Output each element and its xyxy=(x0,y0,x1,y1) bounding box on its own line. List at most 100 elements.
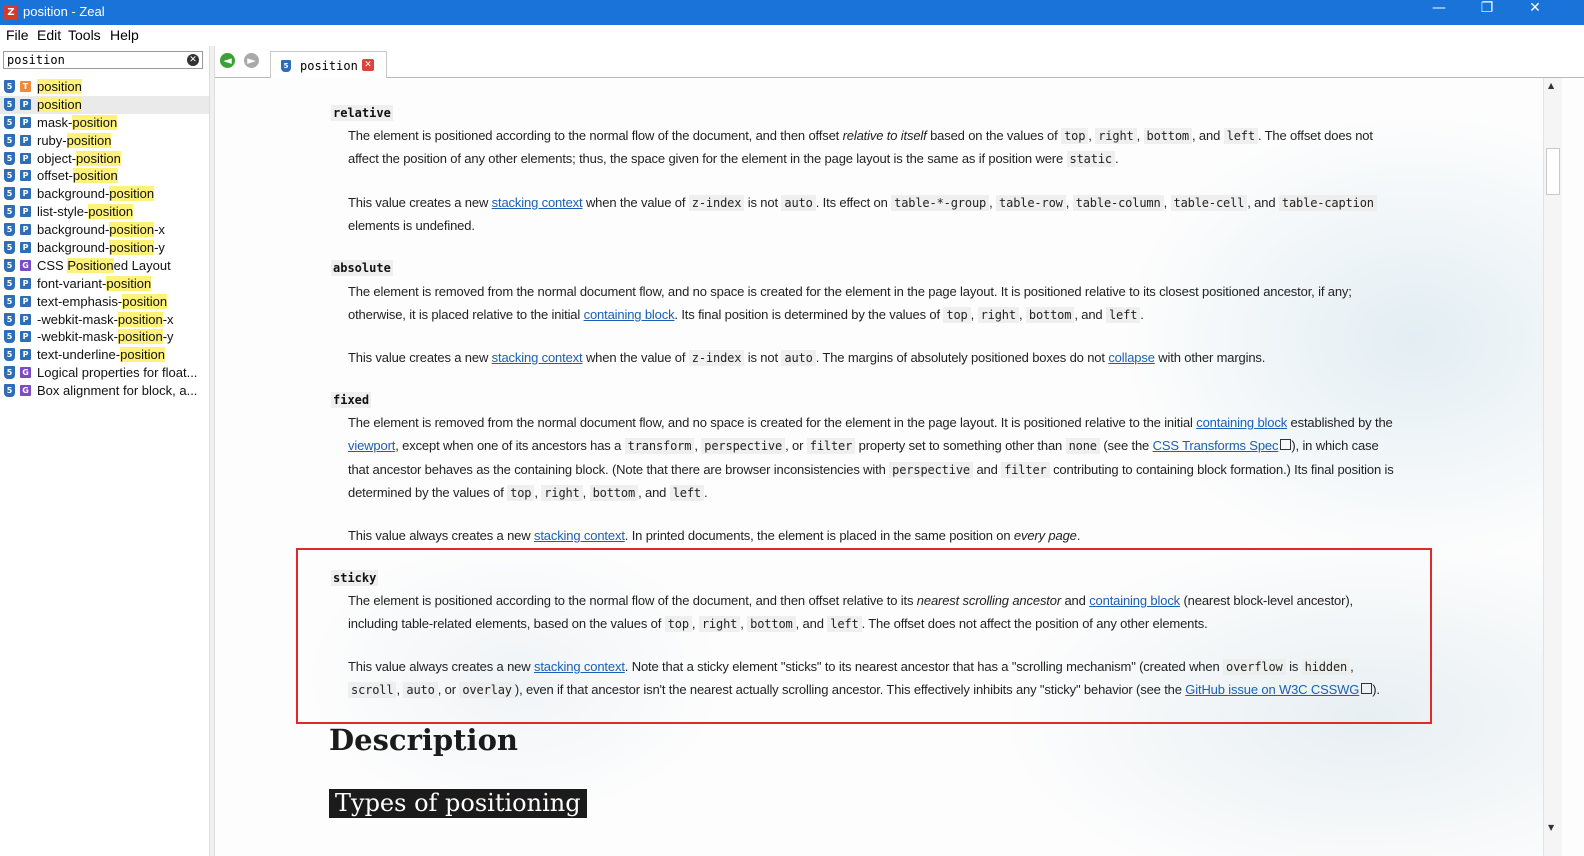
result-label: text-underline-position xyxy=(37,347,165,363)
css-docset-icon: 5 xyxy=(4,187,15,201)
tab-label: position xyxy=(300,59,358,73)
viewport-link[interactable]: viewport xyxy=(348,438,395,453)
zeal-app-icon: Z xyxy=(4,5,18,20)
github-issue-link[interactable]: GitHub issue on W3C CSSWG xyxy=(1185,682,1359,697)
scroll-up-icon[interactable]: ▲ xyxy=(1548,81,1554,90)
stacking-context-link[interactable]: stacking context xyxy=(534,528,625,543)
maximize-button[interactable]: ❐ xyxy=(1464,0,1510,25)
css-transforms-spec-link[interactable]: CSS Transforms Spec xyxy=(1153,438,1279,453)
result-label: background-position-y xyxy=(37,240,165,256)
result-item[interactable]: 5 P -webkit-mask-position-y xyxy=(0,328,209,346)
result-item[interactable]: 5 Pmask-position xyxy=(0,114,209,132)
css-docset-icon: 5 xyxy=(4,276,15,290)
css-docset-icon: 5 xyxy=(4,205,15,219)
css-docset-icon: 5 xyxy=(4,169,15,183)
menu-file[interactable]: File xyxy=(6,27,29,43)
css-docset-icon: 5 xyxy=(4,312,15,326)
window-edge xyxy=(1562,78,1584,856)
close-window-button[interactable]: ✕ xyxy=(1512,0,1558,25)
symbol-type-icon: P xyxy=(20,152,31,164)
menu-help[interactable]: Help xyxy=(110,27,139,43)
result-label: ruby-position xyxy=(37,132,112,148)
tab-position[interactable]: 5 position ✕ xyxy=(270,51,387,78)
symbol-type-icon: G xyxy=(20,367,31,379)
result-item[interactable]: 5 Pbackground-position-x xyxy=(0,221,209,239)
stacking-context-link[interactable]: stacking context xyxy=(492,195,583,210)
tab-close-icon[interactable]: ✕ xyxy=(362,59,374,71)
result-item[interactable]: 5 Pfont-variant-position xyxy=(0,275,209,293)
result-item[interactable]: 5 Pposition xyxy=(0,95,209,114)
result-item[interactable]: 5 Tposition xyxy=(0,78,209,96)
result-item[interactable]: 5 Pbackground-position-y xyxy=(0,239,209,257)
symbol-type-icon: P xyxy=(20,277,31,289)
result-item[interactable]: 5 G CSS Positioned Layout xyxy=(0,257,209,275)
result-item[interactable]: 5 Poffset-position xyxy=(0,167,209,185)
containing-block-link[interactable]: containing block xyxy=(584,307,675,322)
result-label: Box alignment for block, a... xyxy=(37,383,198,399)
css-docset-icon: 5 xyxy=(4,348,15,362)
result-label: font-variant-position xyxy=(37,275,152,291)
result-label: object-position xyxy=(37,150,121,166)
absolute-para-1: The element is removed from the normal d… xyxy=(348,284,1352,324)
stacking-context-link[interactable]: stacking context xyxy=(492,350,583,365)
result-item[interactable]: 5 Ptext-emphasis-position xyxy=(0,293,209,311)
minimize-button[interactable]: — xyxy=(1416,0,1462,25)
collapse-link[interactable]: collapse xyxy=(1108,350,1155,365)
containing-block-link[interactable]: containing block xyxy=(1196,415,1287,430)
symbol-type-icon: P xyxy=(20,295,31,307)
menu-tools[interactable]: Tools xyxy=(68,27,101,43)
back-arrow-icon[interactable]: ◄ xyxy=(220,53,235,68)
symbol-type-icon: P xyxy=(20,224,31,236)
term-absolute: absolute xyxy=(331,260,393,276)
result-item[interactable]: 5 G Logical properties for float... xyxy=(0,364,209,382)
css-docset-icon: 5 xyxy=(4,223,15,237)
symbol-type-icon: T xyxy=(20,81,31,92)
tab-toolbar: ◄ ► 5 position ✕ xyxy=(215,46,1584,78)
symbol-type-icon: P xyxy=(20,116,31,128)
css-docset-icon: 5 xyxy=(4,133,15,147)
content-scrollbar[interactable]: ▲ ▼ xyxy=(1543,78,1562,856)
result-label: background-position-x xyxy=(37,222,165,238)
css-docset-icon: 5 xyxy=(4,241,15,255)
forward-arrow-icon[interactable]: ► xyxy=(244,53,259,68)
symbol-type-icon: P xyxy=(20,349,31,361)
containing-block-link[interactable]: containing block xyxy=(1089,593,1180,608)
css-docset-icon: 5 xyxy=(4,330,15,344)
result-label: mask-position xyxy=(37,114,118,130)
css-docset-icon: 5 xyxy=(4,384,15,398)
search-input-value: position xyxy=(7,53,65,67)
term-relative: relative xyxy=(331,105,393,121)
search-input[interactable]: position ✕ xyxy=(3,51,203,69)
result-item[interactable]: 5 Plist-style-position xyxy=(0,203,209,221)
result-item[interactable]: 5 Pobject-position xyxy=(0,150,209,168)
scroll-down-icon[interactable]: ▼ xyxy=(1548,823,1554,832)
absolute-para-2: This value creates a new stacking contex… xyxy=(348,350,1266,366)
result-label: -webkit-mask-position-x xyxy=(37,311,174,327)
symbol-type-icon: P xyxy=(20,134,31,146)
result-item[interactable]: 5 Pbackground-position xyxy=(0,185,209,203)
sidebar: position ✕ 5 Tposition 5 Pposition 5 Pmask-po… xyxy=(0,46,209,856)
types-of-positioning-heading: Types of positioning xyxy=(329,789,587,818)
css-docset-icon: 5 xyxy=(4,115,15,129)
result-item[interactable]: 5 P -webkit-mask-position-x xyxy=(0,311,209,329)
symbol-type-icon: G xyxy=(20,385,31,397)
stacking-context-link[interactable]: stacking context xyxy=(534,659,625,674)
menu-edit[interactable]: Edit xyxy=(37,27,61,43)
term-sticky: sticky xyxy=(331,570,379,586)
clear-search-icon[interactable]: ✕ xyxy=(187,54,199,66)
symbol-type-icon: P xyxy=(20,206,31,218)
result-item[interactable]: 5 Pruby-position xyxy=(0,132,209,150)
css-docset-icon: 5 xyxy=(4,258,15,272)
title-bar: Z position - Zeal — ❐ ✕ xyxy=(0,0,1584,25)
term-fixed: fixed xyxy=(331,392,372,408)
css-docset-icon: 5 xyxy=(4,80,15,93)
css-docset-icon: 5 xyxy=(4,294,15,308)
result-item[interactable]: 5 Ptext-underline-position xyxy=(0,346,209,364)
result-label: text-emphasis-position xyxy=(37,293,168,309)
result-label: CSS Positioned Layout xyxy=(37,257,171,273)
scroll-thumb[interactable] xyxy=(1546,148,1560,195)
doc-content: relative The element is positioned accor… xyxy=(215,78,1543,856)
result-label: offset-position xyxy=(37,168,118,184)
css-doc-icon: 5 xyxy=(281,60,291,72)
result-item[interactable]: 5 G Box alignment for block, a... xyxy=(0,382,209,400)
